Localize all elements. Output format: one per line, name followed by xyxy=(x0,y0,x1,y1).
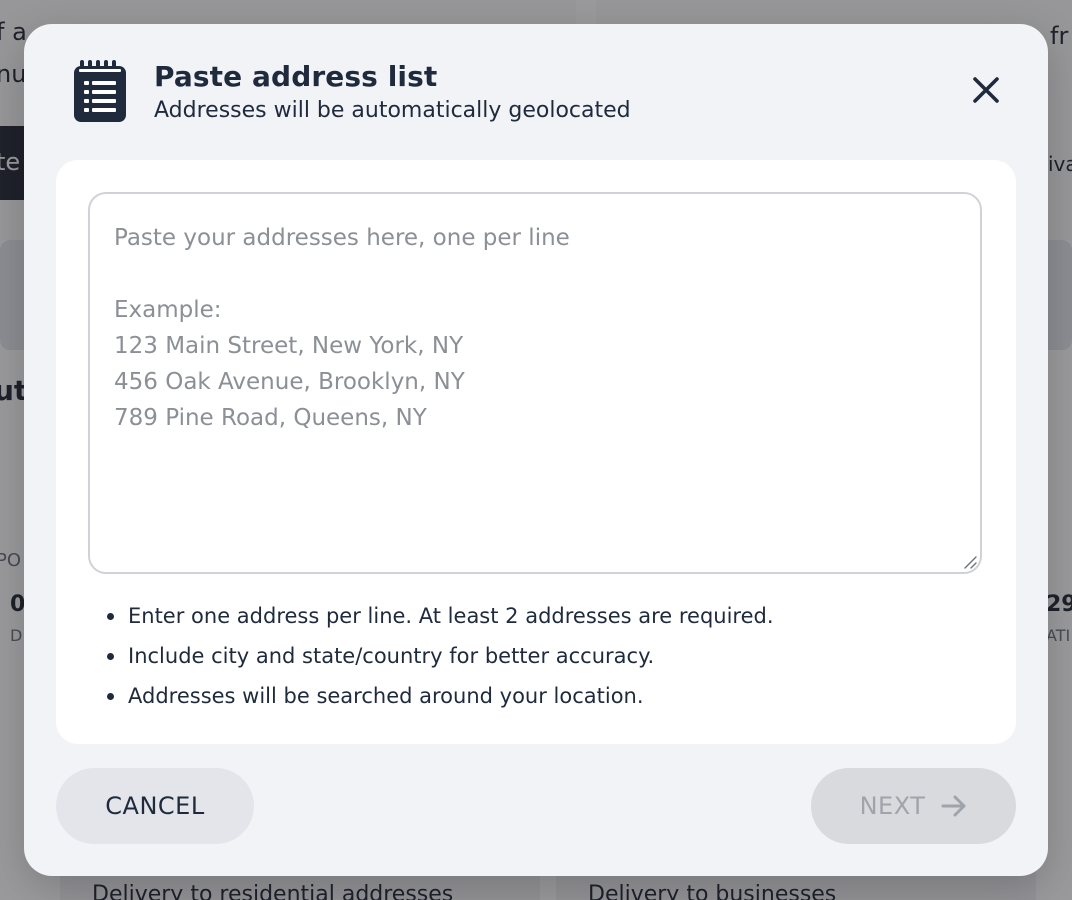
dialog-body: Paste your addresses here, one per line … xyxy=(56,160,1016,744)
arrow-right-icon xyxy=(941,795,966,817)
cancel-button[interactable]: CANCEL xyxy=(56,768,254,844)
hint-item: Include city and state/country for bette… xyxy=(104,636,774,676)
hint-item: Enter one address per line. At least 2 a… xyxy=(104,596,774,636)
next-button-label: NEXT xyxy=(859,792,926,820)
cancel-button-label: CANCEL xyxy=(105,792,205,820)
paste-address-dialog: Paste address list Addresses will be aut… xyxy=(24,24,1048,876)
placeholder-line: 789 Pine Road, Queens, NY xyxy=(114,405,427,431)
hint-item: Addresses will be searched around your l… xyxy=(104,676,774,716)
placeholder-line xyxy=(114,256,956,292)
placeholder-line: Example: xyxy=(114,297,222,323)
placeholder-line: Paste your addresses here, one per line xyxy=(114,225,570,251)
notepad-icon xyxy=(72,60,128,124)
next-button[interactable]: NEXT xyxy=(811,768,1016,844)
close-icon xyxy=(973,77,999,103)
placeholder-line: 456 Oak Avenue, Brooklyn, NY xyxy=(114,369,465,395)
close-button[interactable] xyxy=(964,68,1008,112)
hint-list: Enter one address per line. At least 2 a… xyxy=(104,596,774,716)
address-list-textarea[interactable]: Paste your addresses here, one per line … xyxy=(88,192,982,574)
resize-handle-icon[interactable] xyxy=(963,555,977,569)
dialog-subtitle: Addresses will be automatically geolocat… xyxy=(154,98,631,123)
placeholder-line: 123 Main Street, New York, NY xyxy=(114,333,464,359)
dialog-title: Paste address list xyxy=(154,60,438,93)
